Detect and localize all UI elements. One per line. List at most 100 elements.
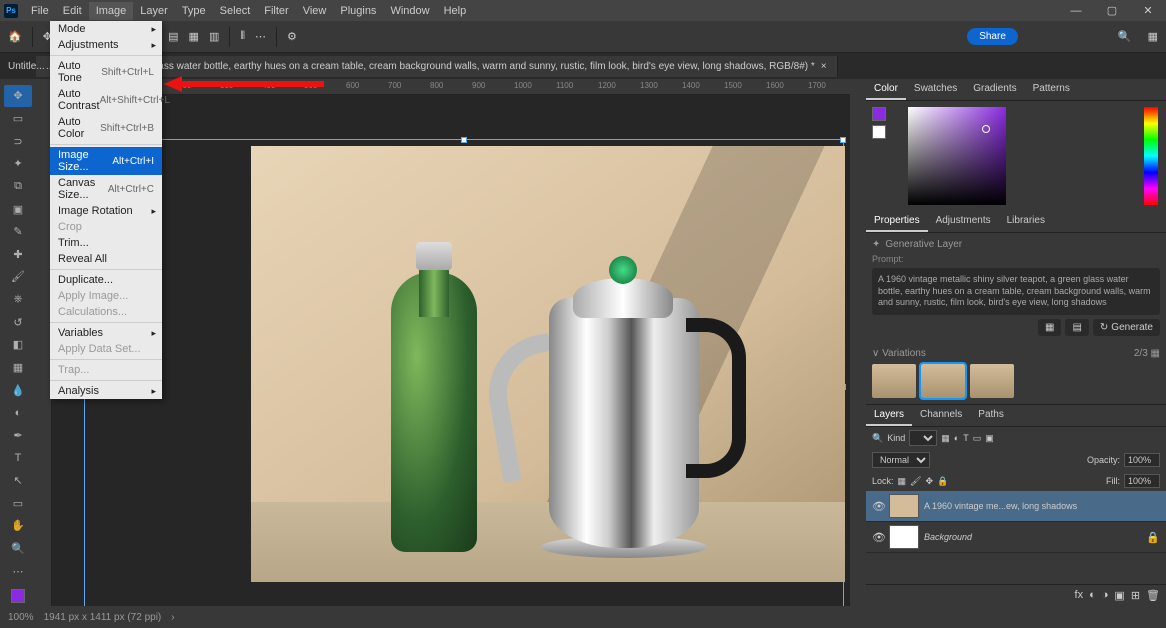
variation-thumb-2[interactable] (921, 364, 965, 398)
filter-smart-icon[interactable]: ▣ (985, 433, 994, 444)
menu-item-image-rotation[interactable]: Image Rotation (50, 203, 162, 219)
eyedropper-tool[interactable]: ✎ (4, 221, 32, 243)
filter-shape-icon[interactable]: ▭ (973, 433, 982, 444)
dodge-tool[interactable]: ◐ (4, 402, 32, 424)
menu-plugins[interactable]: Plugins (333, 2, 383, 20)
lock-pos-icon[interactable]: ✥ (925, 476, 933, 487)
menu-item-trim-[interactable]: Trim... (50, 235, 162, 251)
layer-row-1[interactable]: 👁 A 1960 vintage me...ew, long shadows (866, 491, 1166, 522)
bg-swatch[interactable] (872, 125, 886, 139)
menu-view[interactable]: View (296, 2, 334, 20)
share-button[interactable]: Share (967, 28, 1018, 45)
close-button[interactable]: ✕ (1130, 1, 1166, 21)
menu-item-auto-contrast[interactable]: Auto ContrastAlt+Shift+Ctrl+L (50, 86, 162, 114)
variation-thumb-1[interactable] (872, 364, 916, 398)
props-generate-button[interactable]: ↻ Generate (1093, 319, 1160, 336)
menu-item-duplicate-[interactable]: Duplicate... (50, 272, 162, 288)
move-tool[interactable]: ✥ (4, 85, 32, 107)
filter-type-icon[interactable]: T (963, 433, 969, 443)
menu-item-analysis[interactable]: Analysis (50, 383, 162, 399)
variations-grid-icon[interactable]: ▦ (1151, 348, 1160, 359)
menu-item-variables[interactable]: Variables (50, 325, 162, 341)
menu-item-mode[interactable]: Mode (50, 21, 162, 37)
kind-select[interactable] (909, 430, 937, 446)
crop-tool[interactable]: ⧉ (4, 176, 32, 198)
align-left-icon[interactable]: ▤ (168, 30, 178, 43)
brush-tool[interactable]: 🖌 (4, 266, 32, 288)
mask-icon[interactable]: ◐ (1089, 589, 1096, 602)
gradient-tool[interactable]: ▦ (4, 357, 32, 379)
zoom-level[interactable]: 100% (8, 612, 34, 623)
tab-swatches[interactable]: Swatches (906, 79, 965, 100)
tab-gradients[interactable]: Gradients (965, 79, 1024, 100)
fg-swatch[interactable] (872, 107, 886, 121)
props-icon-1[interactable]: ▦ (1038, 319, 1061, 336)
variation-thumb-3[interactable] (970, 364, 1014, 398)
zoom-tool[interactable]: 🔍 (4, 538, 32, 560)
menu-item-adjustments[interactable]: Adjustments (50, 37, 162, 53)
hue-slider[interactable] (1144, 107, 1158, 205)
selection-bounding-box[interactable]: ⦙ A 1960 vintage... 🖼 ▦ ‹ 2/3 › ↻ Genera… (84, 139, 844, 606)
menu-item-auto-tone[interactable]: Auto ToneShift+Ctrl+L (50, 58, 162, 86)
tab-channels[interactable]: Channels (912, 405, 970, 426)
search-icon[interactable]: 🔍 (1118, 30, 1132, 43)
visibility-icon[interactable]: 👁 (872, 500, 884, 513)
handle-ne[interactable] (840, 137, 846, 143)
menu-item-auto-color[interactable]: Auto ColorShift+Ctrl+B (50, 114, 162, 142)
prompt-text[interactable]: A 1960 vintage metallic shiny silver tea… (872, 268, 1160, 315)
chevron-right-icon[interactable]: › (171, 612, 174, 623)
workspace-icon[interactable]: ▦ (1148, 30, 1158, 43)
adjust-layer-icon[interactable]: ◑ (1102, 589, 1109, 602)
menu-image[interactable]: Image (89, 2, 134, 20)
eraser-tool[interactable]: ◧ (4, 334, 32, 356)
path-tool[interactable]: ↖ (4, 470, 32, 492)
gear-icon[interactable]: ⚙ (287, 30, 297, 43)
layer-row-2[interactable]: 👁 Background 🔒 (866, 522, 1166, 553)
align-right-icon[interactable]: ▥ (209, 30, 219, 43)
history-brush-tool[interactable]: ↺ (4, 311, 32, 333)
delete-layer-icon[interactable]: 🗑 (1146, 589, 1160, 602)
fx-icon[interactable]: fx (1075, 589, 1084, 602)
visibility-icon[interactable]: 👁 (872, 531, 884, 544)
group-icon[interactable]: ▣ (1114, 589, 1124, 602)
marquee-tool[interactable]: ▭ (4, 108, 32, 130)
tab-adjustments[interactable]: Adjustments (928, 211, 999, 232)
more-icon[interactable]: ⋯ (255, 30, 266, 43)
frame-tool[interactable]: ▣ (4, 198, 32, 220)
new-layer-icon[interactable]: ⊞ (1131, 589, 1140, 602)
menu-filter[interactable]: Filter (257, 2, 295, 20)
menu-item-canvas-size-[interactable]: Canvas Size...Alt+Ctrl+C (50, 175, 162, 203)
tab-paths[interactable]: Paths (970, 405, 1012, 426)
hand-tool[interactable]: ✋ (4, 515, 32, 537)
filter-adjust-icon[interactable]: ◐ (954, 433, 959, 443)
tab-libraries[interactable]: Libraries (999, 211, 1053, 232)
fill-input[interactable] (1124, 474, 1160, 488)
close-tab-icon[interactable]: × (821, 61, 827, 72)
menu-layer[interactable]: Layer (133, 2, 175, 20)
menu-edit[interactable]: Edit (56, 2, 89, 20)
color-field[interactable] (908, 107, 1006, 205)
tab-layers[interactable]: Layers (866, 405, 912, 426)
heal-tool[interactable]: ✚ (4, 243, 32, 265)
menu-item-image-size-[interactable]: Image Size...Alt+Ctrl+I (50, 147, 162, 175)
edit-toolbar[interactable]: ⋯ (4, 560, 32, 582)
lock-trans-icon[interactable]: ▦ (898, 476, 907, 487)
tab-patterns[interactable]: Patterns (1025, 79, 1078, 100)
tab-color[interactable]: Color (866, 79, 906, 100)
handle-n[interactable] (461, 137, 467, 143)
menu-file[interactable]: File (24, 2, 56, 20)
menu-select[interactable]: Select (213, 2, 258, 20)
minimize-button[interactable]: — (1058, 1, 1094, 21)
lock-all-icon[interactable]: 🔒 (937, 476, 948, 487)
menu-item-reveal-all[interactable]: Reveal All (50, 251, 162, 267)
filter-pixel-icon[interactable]: ▦ (941, 433, 950, 444)
tab-properties[interactable]: Properties (866, 211, 928, 232)
home-icon[interactable]: 🏠 (8, 30, 22, 43)
lock-paint-icon[interactable]: 🖌 (910, 476, 921, 487)
stamp-tool[interactable]: ⎈ (4, 289, 32, 311)
distribute-icon[interactable]: ⫴ (240, 30, 245, 43)
lasso-tool[interactable]: ⊃ (4, 130, 32, 152)
maximize-button[interactable]: ▢ (1094, 1, 1130, 21)
props-icon-2[interactable]: ▤ (1065, 319, 1088, 336)
menu-type[interactable]: Type (175, 2, 213, 20)
